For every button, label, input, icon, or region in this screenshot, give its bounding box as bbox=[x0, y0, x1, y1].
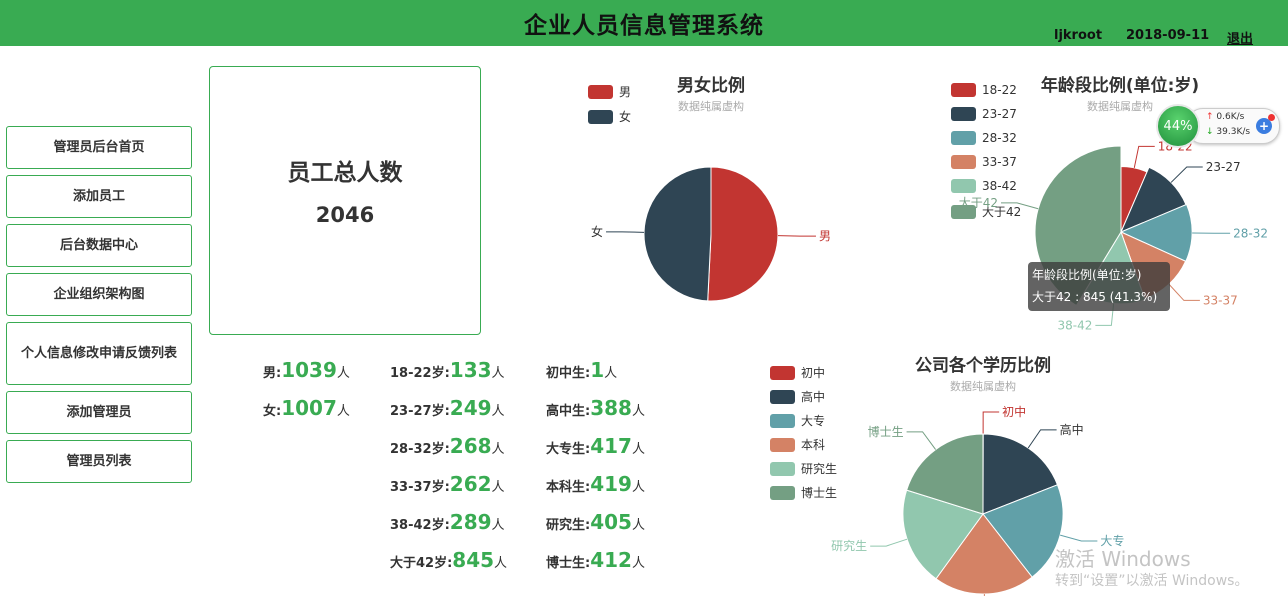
pie-label: 38-42 bbox=[1057, 318, 1092, 332]
activation-watermark-title: 激活 Windows bbox=[1055, 547, 1191, 571]
pie-label-line bbox=[1133, 145, 1155, 168]
pie-label-line bbox=[906, 431, 937, 450]
gender-pie: 男女 bbox=[591, 166, 831, 302]
up-arrow-icon: ↑ bbox=[1206, 112, 1214, 122]
pie-label: 女 bbox=[591, 224, 603, 239]
download-speed-value: 39.3K/s bbox=[1216, 127, 1251, 137]
pie-label: 大于42 bbox=[959, 196, 998, 210]
activation-watermark-text: 转到“设置”以激活 Windows。 bbox=[1055, 573, 1249, 589]
pie-label: 初中 bbox=[1002, 404, 1026, 419]
pie-label: 高中 bbox=[1060, 422, 1084, 437]
pie-slice-0[interactable] bbox=[707, 166, 779, 302]
pie-label-line bbox=[1001, 202, 1039, 210]
pie-label: 28-32 bbox=[1233, 226, 1268, 240]
pie-label: 23-27 bbox=[1206, 160, 1241, 174]
download-speed: ↓ 39.3K/s bbox=[1206, 127, 1250, 137]
pie-label: 男 bbox=[819, 229, 831, 243]
pie-label: 博士生 bbox=[868, 424, 904, 439]
pie-label-line bbox=[606, 231, 645, 233]
network-speed-widget[interactable]: ↑ 0.6K/s ↓ 39.3K/s + 44% bbox=[1156, 104, 1280, 148]
tooltip-text: 大于42 : 845 (41.3%) bbox=[1032, 290, 1158, 304]
pie-label: 33-37 bbox=[1203, 293, 1238, 307]
pie-label: 研究生 bbox=[831, 538, 867, 553]
notification-dot bbox=[1268, 114, 1275, 121]
pie-label-line bbox=[870, 538, 908, 547]
pie-label-line bbox=[1060, 534, 1098, 542]
pie-label-line bbox=[1170, 166, 1203, 183]
age-chart-tooltip: 年龄段比例(单位:岁) 大于42 : 845 (41.3%) bbox=[1028, 262, 1170, 311]
pie-label-line bbox=[1168, 283, 1200, 301]
cpu-usage-circle: 44% bbox=[1156, 104, 1200, 148]
tooltip-title: 年龄段比例(单位:岁) bbox=[1032, 268, 1142, 282]
upload-speed: ↑ 0.6K/s bbox=[1206, 112, 1244, 122]
pie-label-line bbox=[982, 411, 1000, 435]
pie-slice-1[interactable] bbox=[643, 166, 712, 302]
pie-label-line bbox=[1027, 429, 1057, 449]
upload-speed-value: 0.6K/s bbox=[1216, 112, 1245, 122]
down-arrow-icon: ↓ bbox=[1206, 127, 1214, 137]
pie-label-line bbox=[777, 235, 816, 237]
